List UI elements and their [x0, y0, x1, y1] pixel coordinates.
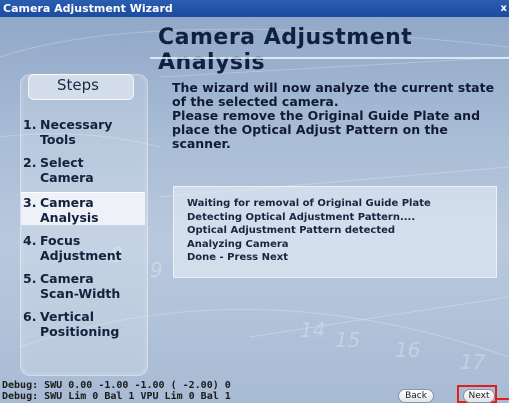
- svg-text:9: 9: [150, 258, 163, 282]
- step-focus-adjustment: 4. Focus Adjustment: [21, 233, 145, 263]
- status-line: Optical Adjustment Pattern detected: [187, 225, 396, 236]
- instruction-line: Please remove the Original Guide Plate a…: [172, 108, 481, 123]
- step-number: 2.: [23, 155, 37, 170]
- svg-text:14: 14: [300, 318, 325, 342]
- step-number: 4.: [23, 233, 37, 248]
- steps-heading: Steps: [57, 76, 99, 94]
- status-line: Waiting for removal of Original Guide Pl…: [187, 198, 431, 209]
- instruction-line: The wizard will now analyze the current …: [172, 80, 495, 95]
- step-vertical-positioning: 6. Vertical Positioning: [21, 309, 145, 339]
- status-line: Done - Press Next: [187, 252, 288, 263]
- step-label: Select: [40, 155, 84, 170]
- step-label-line2: Scan-Width: [40, 286, 121, 301]
- next-button[interactable]: Next: [463, 389, 495, 403]
- step-label: Vertical: [40, 309, 95, 324]
- step-necessary-tools: 1. Necessary Tools: [21, 117, 145, 147]
- step-label-line2: Adjustment: [40, 248, 122, 263]
- step-label: Focus: [40, 233, 81, 248]
- step-label: Camera: [40, 271, 94, 286]
- status-line: Detecting Optical Adjustment Pattern....: [187, 211, 416, 223]
- status-log: Waiting for removal of Original Guide Pl…: [187, 197, 487, 265]
- instruction-line: of the selected camera.: [172, 94, 339, 109]
- back-button[interactable]: Back: [398, 389, 434, 403]
- step-label-line2: Camera: [40, 170, 94, 185]
- step-label-line2: Tools: [40, 132, 76, 147]
- svg-text:15: 15: [335, 328, 360, 352]
- window-title: Camera Adjustment Wizard: [3, 2, 173, 15]
- svg-text:17: 17: [460, 350, 486, 374]
- step-label-line2: Analysis: [40, 210, 99, 225]
- step-number: 3.: [23, 195, 37, 210]
- step-number: 1.: [23, 117, 37, 132]
- highlight-arrow: [497, 398, 509, 400]
- step-label: Necessary: [40, 117, 113, 132]
- window-titlebar: Camera Adjustment Wizard x: [0, 0, 509, 17]
- step-label: Camera: [40, 195, 94, 210]
- close-icon[interactable]: x: [501, 0, 507, 17]
- instruction-line: place the Optical Adjust Pattern on the: [172, 122, 448, 137]
- debug-line-2: Debug: SWU Lim 0 Bal 1 VPU Lim 0 Bal 1: [2, 390, 231, 402]
- step-camera-scan-width: 5. Camera Scan-Width: [21, 271, 145, 301]
- status-line: Analyzing Camera: [187, 238, 289, 250]
- step-camera-analysis: 3. Camera Analysis: [21, 192, 145, 226]
- step-number: 5.: [23, 271, 37, 286]
- debug-output: Debug: SWU 0.00 -1.00 -1.00 ( -2.00) 0 D…: [2, 380, 402, 402]
- step-select-camera: 2. Select Camera: [21, 155, 145, 185]
- header-divider: [150, 57, 509, 59]
- instructions-text: The wizard will now analyze the current …: [172, 81, 502, 151]
- page-title: Camera Adjustment Analysis: [158, 25, 413, 75]
- debug-line-1: Debug: SWU 0.00 -1.00 -1.00 ( -2.00) 0: [2, 380, 231, 391]
- instruction-line: scanner.: [172, 136, 231, 151]
- step-label-line2: Positioning: [40, 324, 120, 339]
- svg-text:16: 16: [395, 338, 420, 362]
- step-number: 6.: [23, 309, 37, 324]
